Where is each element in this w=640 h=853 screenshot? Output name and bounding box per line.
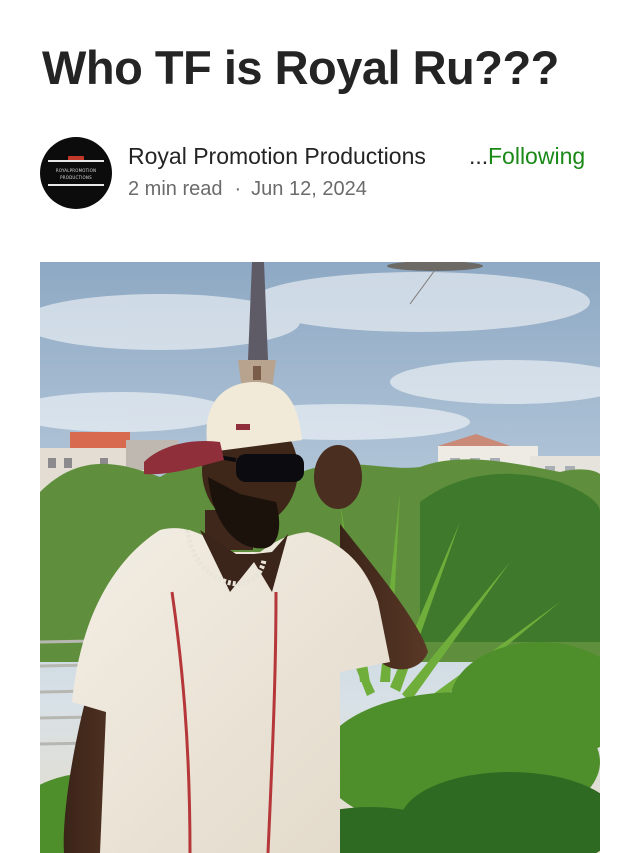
- publish-date: Jun 12, 2024: [251, 178, 367, 200]
- hero-image: [40, 262, 600, 853]
- avatar-text-line1: ROYALPROMOTION: [55, 168, 97, 173]
- meta-separator: ·: [234, 178, 242, 200]
- read-time: 2 min read: [128, 178, 223, 200]
- article-meta: 2 min read · Jun 12, 2024: [128, 175, 367, 203]
- avatar-text-line2: PRODUCTIONS: [60, 175, 92, 180]
- author-name-link[interactable]: Royal Promotion Productions: [128, 141, 426, 171]
- following-button[interactable]: Following: [488, 141, 585, 171]
- hero-photo-illustration: [40, 262, 600, 853]
- author-byline: ROYALPROMOTION PRODUCTIONS Royal Promoti…: [40, 137, 610, 211]
- article-title: Who TF is Royal Ru???: [42, 41, 559, 94]
- avatar-stripe-top: [48, 160, 104, 162]
- publication-avatar[interactable]: ROYALPROMOTION PRODUCTIONS: [40, 137, 112, 209]
- avatar-stripe-bottom: [48, 184, 104, 186]
- author-name-ellipsis: ...: [469, 143, 489, 169]
